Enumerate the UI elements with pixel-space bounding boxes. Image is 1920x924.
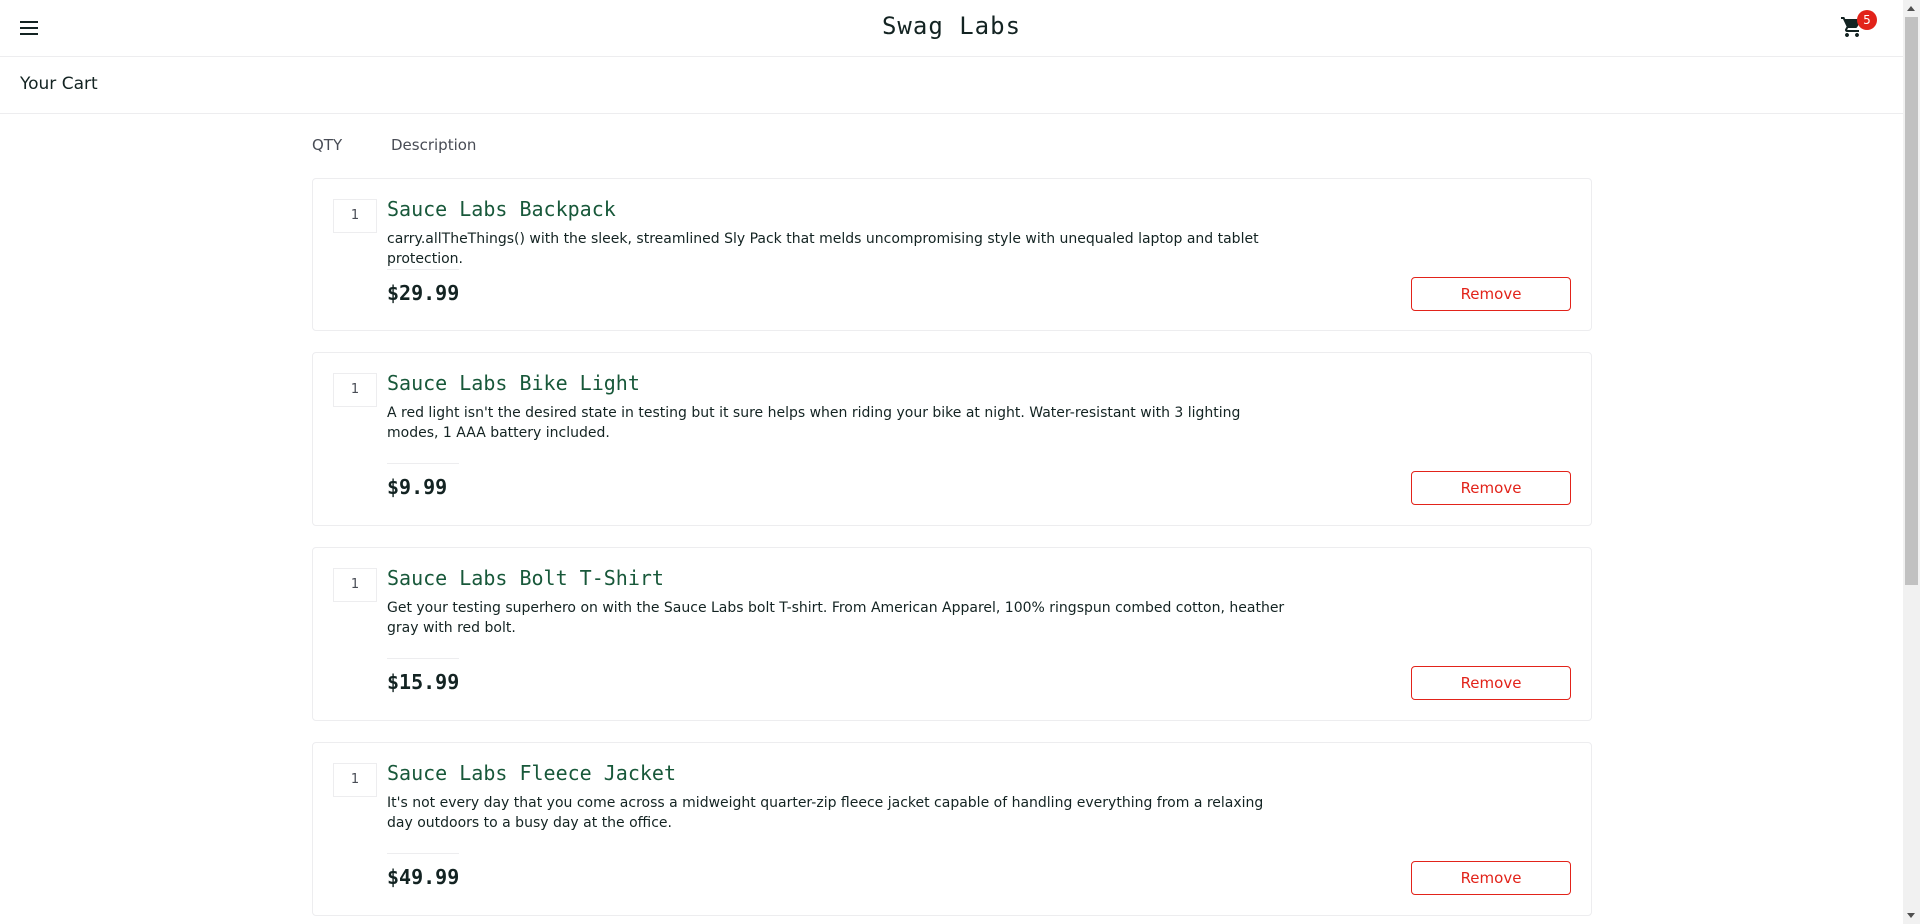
page-title: Your Cart [20,74,98,94]
scroll-down-arrow-icon[interactable] [1903,907,1920,924]
price-divider [387,463,459,464]
item-price: $15.99 [387,670,460,694]
cart-item: 1 Sauce Labs Bolt T-Shirt Get your testi… [312,547,1592,721]
app-logo: Swag Labs [881,12,1022,40]
cart-item: 1 Sauce Labs Backpack carry.allTheThings… [312,178,1592,331]
cart-item: 1 Sauce Labs Bike Light A red light isn'… [312,352,1592,526]
item-name-link[interactable]: Sauce Labs Fleece Jacket [387,761,676,785]
item-description: A red light isn't the desired state in t… [387,405,1241,441]
vertical-scrollbar[interactable] [1903,0,1920,924]
item-quantity: 1 [333,568,377,602]
cart-badge: 5 [1857,10,1877,30]
price-divider [387,269,459,270]
qty-column-label: QTY [312,136,343,154]
item-price: $29.99 [387,281,460,305]
remove-button[interactable]: Remove [1411,666,1571,700]
secondary-header: Your Cart [0,57,1903,114]
item-name-link[interactable]: Sauce Labs Bolt T-Shirt [387,566,664,590]
scroll-up-arrow-icon[interactable] [1903,0,1920,17]
item-name-link[interactable]: Sauce Labs Backpack [387,197,616,221]
item-quantity: 1 [333,373,377,407]
scroll-thumb[interactable] [1905,17,1918,585]
remove-button[interactable]: Remove [1411,861,1571,895]
cart-page: Swag Labs 5 Your Cart QTY Description 1 … [0,0,1903,924]
item-quantity: 1 [333,199,377,233]
description-column-label: Description [391,136,477,154]
price-divider [387,853,459,854]
price-divider [387,658,459,659]
cart-list-header: QTY Description [312,114,1592,178]
item-price: $49.99 [387,865,460,889]
item-name-link[interactable]: Sauce Labs Bike Light [387,371,640,395]
item-quantity: 1 [333,763,377,797]
shopping-cart-link[interactable]: 5 [1839,10,1877,43]
item-price: $9.99 [387,475,448,499]
cart-item: 1 Sauce Labs Fleece Jacket It's not ever… [312,742,1592,916]
remove-button[interactable]: Remove [1411,277,1571,311]
cart-list: QTY Description 1 Sauce Labs Backpack ca… [312,114,1592,924]
item-description: Get your testing superhero on with the S… [387,600,1285,636]
primary-header: Swag Labs 5 [0,0,1903,57]
item-description: It's not every day that you come across … [387,795,1264,831]
remove-button[interactable]: Remove [1411,471,1571,505]
item-description: carry.allTheThings() with the sleek, str… [387,231,1259,267]
